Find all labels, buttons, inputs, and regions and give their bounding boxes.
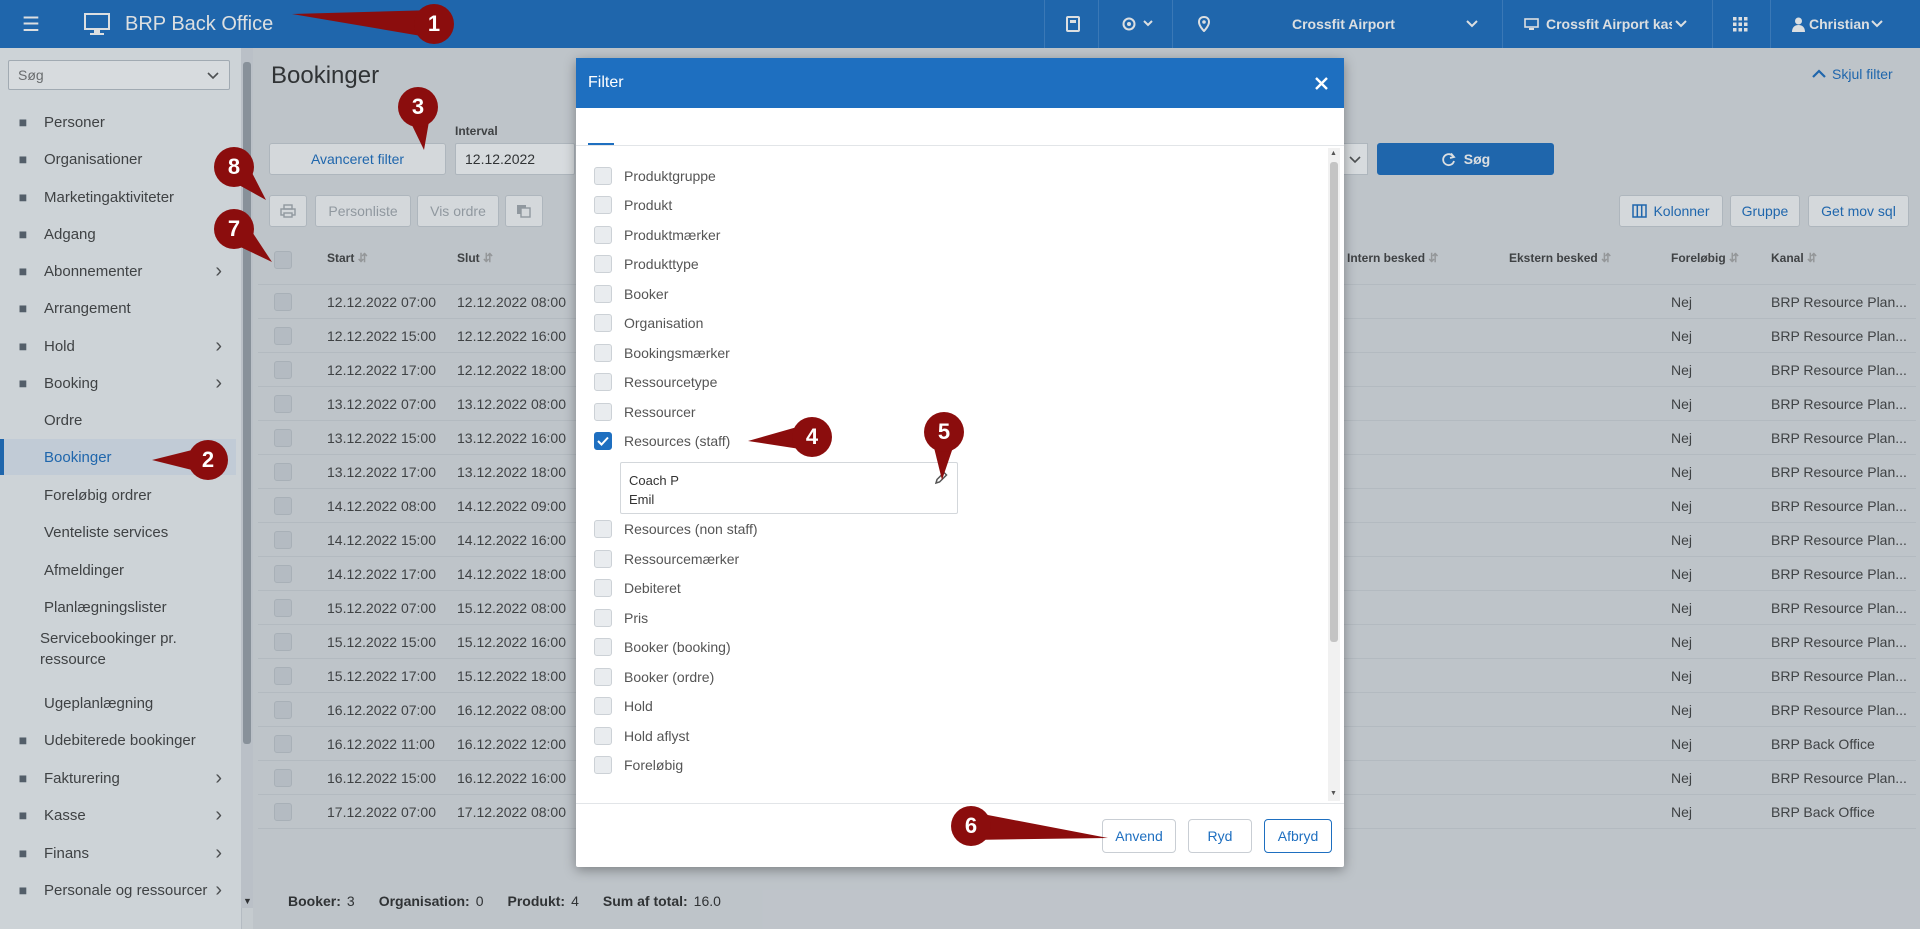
callout-number: 5 <box>937 419 951 444</box>
modal-header: Filter <box>576 58 1344 108</box>
filter-option[interactable]: Produkttype <box>594 252 699 276</box>
checkbox[interactable] <box>594 668 612 686</box>
filter-option-label: Hold aflyst <box>624 728 690 744</box>
filter-option[interactable]: Booker (booking) <box>594 635 731 659</box>
checkbox[interactable] <box>594 255 612 273</box>
filter-option[interactable]: Foreløbig <box>594 753 683 777</box>
checkbox[interactable] <box>594 638 612 656</box>
filter-option-label: Bookingsmærker <box>624 345 730 361</box>
checkbox[interactable] <box>594 196 612 214</box>
modal-title: Filter <box>588 74 624 91</box>
filter-option-label: Pris <box>624 610 649 626</box>
callout-number: 8 <box>227 154 241 179</box>
filter-option[interactable]: Ressourcer <box>594 400 696 424</box>
filter-option[interactable]: Produkt <box>594 193 672 217</box>
filter-option-label: Organisation <box>624 315 704 331</box>
checkbox[interactable] <box>594 697 612 715</box>
filter-option-label: Booker <box>624 286 669 302</box>
filter-option[interactable]: Produktmærker <box>594 223 720 247</box>
cancel-button[interactable]: Afbryd <box>1264 819 1332 853</box>
scroll-down-icon[interactable]: ▼ <box>1330 790 1337 797</box>
callout-number: 1 <box>427 11 441 36</box>
filter-option[interactable]: Organisation <box>594 311 703 335</box>
filter-option-label: Foreløbig <box>624 757 684 773</box>
callout-number: 4 <box>805 424 819 449</box>
staff-selected-list: Coach P Emil <box>629 471 679 509</box>
filter-option-label: Produktmærker <box>624 227 721 243</box>
filter-option-label: Booker (ordre) <box>624 669 715 685</box>
filter-option-label: Produkttype <box>624 256 699 272</box>
checkbox[interactable] <box>594 550 612 568</box>
checkbox[interactable] <box>594 403 612 421</box>
filter-option-label: Produkt <box>624 197 673 213</box>
staff-selected-item: Coach P <box>629 473 679 488</box>
filter-option[interactable]: Resources (staff) <box>594 429 730 453</box>
scroll-up-icon[interactable]: ▲ <box>1330 150 1337 157</box>
filter-option-label: Booker (booking) <box>624 639 731 655</box>
checkbox[interactable] <box>594 167 612 185</box>
checkbox[interactable] <box>594 344 612 362</box>
filter-option[interactable]: Ressourcemærker <box>594 547 739 571</box>
filter-option[interactable]: Hold aflyst <box>594 724 689 748</box>
checkmark-icon <box>597 436 609 446</box>
filter-option-label: Hold <box>624 698 653 714</box>
checkbox[interactable] <box>594 579 612 597</box>
checkbox-checked[interactable] <box>594 432 612 450</box>
checkbox[interactable] <box>594 756 612 774</box>
close-icon[interactable] <box>1315 77 1328 90</box>
callout-number: 6 <box>964 813 978 838</box>
staff-selected-item: Emil <box>629 492 655 507</box>
apply-button[interactable]: Anvend <box>1102 819 1176 853</box>
filter-option[interactable]: Produktgruppe <box>594 164 716 188</box>
checkbox[interactable] <box>594 314 612 332</box>
filter-option[interactable]: Booker (ordre) <box>594 665 714 689</box>
filter-option-label: Ressourcemærker <box>624 551 740 567</box>
filter-option[interactable]: Booker <box>594 282 668 306</box>
clear-button[interactable]: Ryd <box>1188 819 1252 853</box>
filter-option-label: Ressourcer <box>624 404 696 420</box>
filter-option-label: Resources (staff) <box>624 433 731 449</box>
checkbox[interactable] <box>594 373 612 391</box>
filter-option-label: Resources (non staff) <box>624 521 758 537</box>
modal-scrollbar-thumb[interactable] <box>1330 162 1338 642</box>
filter-option-label: Ressourcetype <box>624 374 718 390</box>
callout-number: 3 <box>411 94 425 119</box>
checkbox[interactable] <box>594 226 612 244</box>
filter-option-label: Produktgruppe <box>624 168 716 184</box>
filter-option[interactable]: Ressourcetype <box>594 370 717 394</box>
filter-option[interactable]: Pris <box>594 606 648 630</box>
callout-number: 7 <box>227 216 241 241</box>
checkbox[interactable] <box>594 520 612 538</box>
callout-arrow <box>214 147 266 200</box>
checkbox[interactable] <box>594 609 612 627</box>
checkbox[interactable] <box>594 727 612 745</box>
filter-option[interactable]: Debiteret <box>594 576 681 600</box>
callout-number: 2 <box>201 447 215 472</box>
checkbox[interactable] <box>594 285 612 303</box>
filter-option-label: Debiteret <box>624 580 681 596</box>
staff-selection-box[interactable]: Coach P Emil <box>620 462 958 514</box>
filter-option[interactable]: Resources (non staff) <box>594 517 758 541</box>
filter-option[interactable]: Hold <box>594 694 653 718</box>
filter-modal: Filter ▲ ▼ Produktgruppe Produkt Produktmæ… <box>576 58 1344 867</box>
filter-option[interactable]: Bookingsmærker <box>594 341 730 365</box>
